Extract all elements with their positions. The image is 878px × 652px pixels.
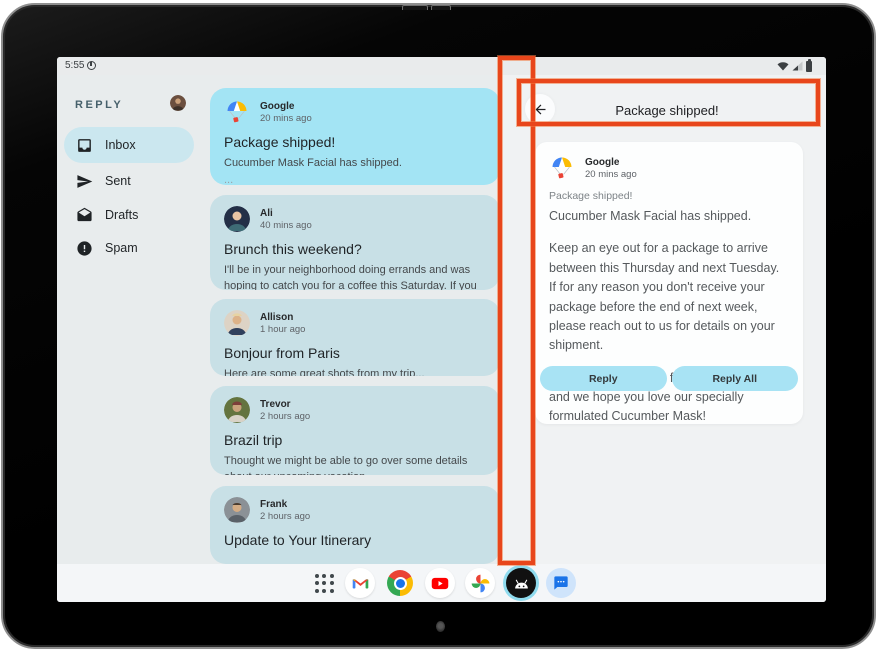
front-camera <box>436 621 445 632</box>
email-time: 40 mins ago <box>260 220 312 231</box>
youtube-icon[interactable] <box>425 568 455 598</box>
reply-button[interactable]: Reply <box>540 366 667 391</box>
sidebar-item-inbox[interactable]: Inbox <box>57 130 207 160</box>
email-preview-ellipsis: ... <box>224 174 486 185</box>
sidebar-item-label: Drafts <box>105 208 138 222</box>
email-subject: Update to Your Itinerary <box>224 532 486 548</box>
email-subject: Bonjour from Paris <box>224 345 486 361</box>
email-sender: Trevor <box>260 399 310 410</box>
google-photos-icon[interactable] <box>465 568 495 598</box>
email-list-item-trevor[interactable]: Trevor 2 hours ago Brazil trip Thought w… <box>210 386 500 475</box>
status-bar: 5:55 <box>57 57 826 75</box>
status-time: 5:55 <box>65 60 84 71</box>
sidebar-item-spam[interactable]: Spam <box>57 233 207 263</box>
drafts-icon <box>76 207 93 224</box>
tablet-bezel: 5:55 REPLY Inbox <box>1 3 876 649</box>
android-screen: 5:55 REPLY Inbox <box>57 57 826 602</box>
power-button <box>431 5 451 10</box>
inbox-icon <box>76 137 93 154</box>
sidebar-item-sent[interactable]: Sent <box>57 166 207 196</box>
sidebar-item-label: Sent <box>105 174 131 188</box>
email-time: 20 mins ago <box>260 113 312 124</box>
detail-body: Cucumber Mask Facial has shipped. Keep a… <box>549 207 789 427</box>
wifi-icon <box>777 61 789 71</box>
dock <box>57 564 826 602</box>
google-messages-icon[interactable] <box>546 568 576 598</box>
email-list-item-google[interactable]: Google 20 mins ago Package shipped! Cucu… <box>210 88 500 185</box>
screenshot-stage: 5:55 REPLY Inbox <box>0 0 878 652</box>
trevor-avatar <box>224 397 250 423</box>
email-time: 2 hours ago <box>260 411 310 422</box>
profile-avatar[interactable] <box>170 95 186 111</box>
battery-icon <box>806 61 812 72</box>
email-sender: Google <box>260 101 312 112</box>
email-sender: Allison <box>260 312 305 323</box>
email-detail-card: Google 20 mins ago Package shipped! Cucu… <box>535 142 803 424</box>
app-title: REPLY <box>75 99 123 111</box>
body-paragraph: Cucumber Mask Facial has shipped. <box>549 207 789 226</box>
reply-all-button[interactable]: Reply All <box>672 366 799 391</box>
sidebar-item-label: Spam <box>105 241 138 255</box>
allison-avatar <box>224 310 250 336</box>
volume-button <box>402 5 428 10</box>
email-list-item-ali[interactable]: Ali 40 mins ago Brunch this weekend? I'l… <box>210 195 500 290</box>
email-list-item-allison[interactable]: Allison 1 hour ago Bonjour from Paris He… <box>210 299 500 376</box>
sidebar-item-drafts[interactable]: Drafts <box>57 200 207 230</box>
google-parachute-logo <box>549 155 575 181</box>
annotation-rect-list-detail-divider <box>498 56 535 565</box>
status-icons <box>777 61 812 72</box>
clock-icon <box>87 61 96 70</box>
email-list-item-frank[interactable]: Frank 2 hours ago Update to Your Itinera… <box>210 486 500 564</box>
email-preview: Thought we might be able to go over some… <box>224 454 486 475</box>
google-parachute-logo <box>224 99 250 125</box>
email-subject: Brunch this weekend? <box>224 241 486 257</box>
spam-icon <box>76 240 93 257</box>
body-paragraph: Keep an eye out for a package to arrive … <box>549 239 789 355</box>
detail-subject-line: Package shipped! <box>549 190 789 202</box>
email-preview: Here are some great shots from my trip..… <box>224 367 486 376</box>
email-preview: Cucumber Mask Facial has shipped. <box>224 156 486 172</box>
detail-sender: Google <box>585 157 637 168</box>
ali-avatar <box>224 206 250 232</box>
gmail-icon[interactable] <box>345 568 375 598</box>
email-sender: Ali <box>260 208 312 219</box>
cell-signal-icon <box>792 61 803 71</box>
send-icon <box>76 173 93 190</box>
email-subject: Brazil trip <box>224 432 486 448</box>
email-sender: Frank <box>260 499 310 510</box>
android-reply-app-icon[interactable] <box>506 568 536 598</box>
email-time: 1 hour ago <box>260 324 305 335</box>
frank-avatar <box>224 497 250 523</box>
app-drawer-icon[interactable] <box>309 568 339 598</box>
detail-time: 20 mins ago <box>585 169 637 180</box>
chrome-icon[interactable] <box>385 568 415 598</box>
email-subject: Package shipped! <box>224 134 486 150</box>
email-time: 2 hours ago <box>260 511 310 522</box>
sidebar-item-label: Inbox <box>105 138 136 152</box>
email-preview: I'll be in your neighborhood doing erran… <box>224 263 486 290</box>
annotation-rect-detail-header <box>517 79 820 126</box>
